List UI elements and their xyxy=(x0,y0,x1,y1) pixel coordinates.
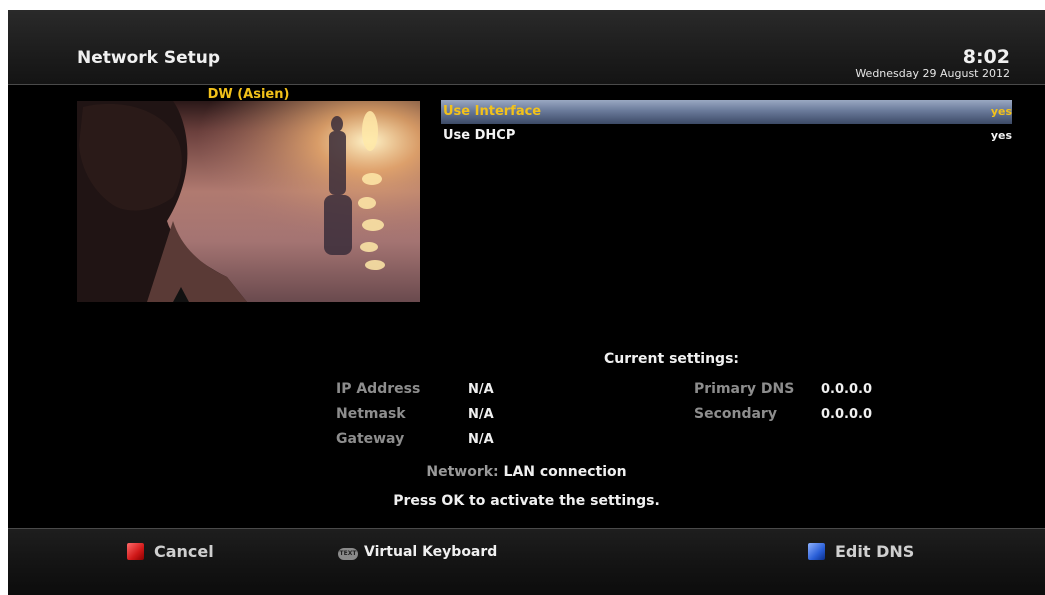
setting-value: yes xyxy=(990,105,1012,118)
cancel-label: Cancel xyxy=(154,542,214,561)
edit-dns-label: Edit DNS xyxy=(835,542,915,561)
edit-dns-button[interactable]: Edit DNS xyxy=(808,541,914,563)
video-preview xyxy=(77,101,420,302)
network-status: Network: LAN connection xyxy=(8,464,1045,480)
network-label: Network: xyxy=(426,464,499,480)
virtual-keyboard-button[interactable]: TEXT Virtual Keyboard xyxy=(338,541,497,563)
red-key-icon xyxy=(127,543,144,560)
primary-dns-label: Primary DNS xyxy=(694,381,795,397)
network-value: LAN connection xyxy=(503,464,627,480)
current-settings-title: Current settings: xyxy=(604,351,740,367)
setting-use-interface[interactable]: Use Interface yes xyxy=(441,100,1012,124)
netmask-value: N/A xyxy=(468,407,494,422)
settings-list: Use Interface yes Use DHCP yes xyxy=(441,100,1012,148)
secondary-dns-label: Secondary xyxy=(694,406,777,422)
ip-address-value: N/A xyxy=(468,382,494,397)
clock: 8:02 xyxy=(962,46,1010,68)
gateway-label: Gateway xyxy=(336,431,405,447)
setting-use-dhcp[interactable]: Use DHCP yes xyxy=(441,124,1012,148)
virtual-keyboard-label: Virtual Keyboard xyxy=(364,544,498,560)
setting-label: Use Interface xyxy=(443,104,542,119)
header-bar: Network Setup 8:02 Wednesday 29 August 2… xyxy=(8,10,1045,85)
blue-key-icon xyxy=(808,543,825,560)
setting-value: yes xyxy=(990,129,1012,142)
primary-dns-value: 0.0.0.0 xyxy=(821,382,872,397)
tv-screen: Network Setup 8:02 Wednesday 29 August 2… xyxy=(8,10,1045,595)
netmask-label: Netmask xyxy=(336,406,406,422)
video-preview-image xyxy=(77,101,420,302)
date-label: Wednesday 29 August 2012 xyxy=(855,67,1010,80)
channel-name: DW (Asien) xyxy=(207,87,290,102)
page-title: Network Setup xyxy=(77,48,221,68)
activation-hint: Press OK to activate the settings. xyxy=(393,493,660,509)
secondary-dns-value: 0.0.0.0 xyxy=(821,407,872,422)
footer-bar: Cancel TEXT Virtual Keyboard Edit DNS xyxy=(8,528,1045,595)
text-key-icon: TEXT xyxy=(338,548,358,560)
gateway-value: N/A xyxy=(468,432,494,447)
cancel-button[interactable]: Cancel xyxy=(127,541,214,563)
setting-label: Use DHCP xyxy=(443,128,516,143)
ip-address-label: IP Address xyxy=(336,381,421,397)
